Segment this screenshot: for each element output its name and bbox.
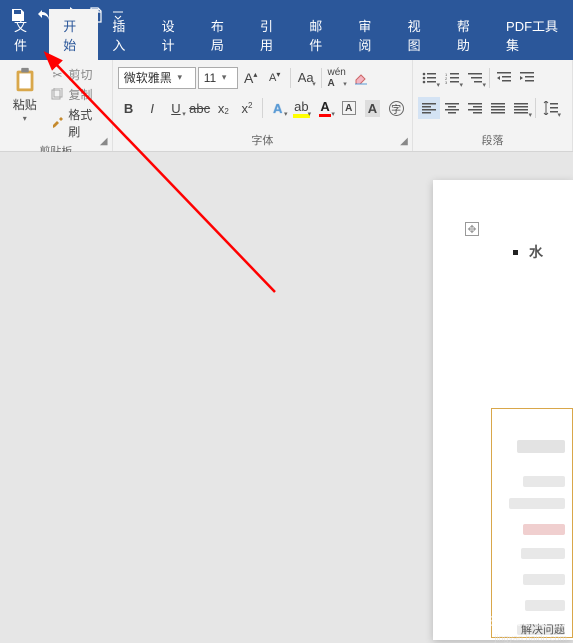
bold-button[interactable]: B bbox=[118, 97, 140, 119]
group-clipboard: 粘贴 ▾ ✂ 剪切 复制 格式刷 bbox=[0, 60, 113, 151]
font-size-value: 11 bbox=[204, 71, 216, 85]
grow-font-button[interactable]: A▴ bbox=[240, 67, 262, 89]
bullet-marker bbox=[513, 250, 518, 255]
line-spacing-button[interactable] bbox=[539, 97, 561, 119]
separator bbox=[535, 98, 536, 118]
ribbon: 粘贴 ▾ ✂ 剪切 复制 格式刷 bbox=[0, 60, 573, 152]
paste-label: 粘贴 bbox=[13, 96, 37, 113]
text-line bbox=[523, 476, 565, 487]
character-shading-button[interactable]: A bbox=[362, 97, 384, 119]
eraser-icon bbox=[353, 70, 369, 86]
align-distributed-icon bbox=[514, 103, 528, 114]
document-page[interactable]: ✥ 水 bbox=[433, 180, 573, 640]
multilevel-list-button[interactable] bbox=[464, 67, 486, 89]
text-line bbox=[517, 440, 565, 453]
page-text: 水 bbox=[529, 242, 543, 262]
change-case-button[interactable]: Aa bbox=[295, 67, 317, 89]
copy-label: 复制 bbox=[68, 86, 92, 103]
increase-indent-icon bbox=[520, 72, 534, 84]
font-size-combo[interactable]: 11 ▾ bbox=[198, 67, 238, 89]
separator bbox=[321, 68, 322, 88]
number-list-icon: 123 bbox=[445, 72, 459, 84]
cut-label: 剪切 bbox=[68, 66, 92, 83]
bullet-list-icon bbox=[422, 72, 436, 84]
align-center-icon bbox=[445, 103, 459, 114]
text-effects-button[interactable]: A bbox=[267, 97, 289, 119]
phonetic-guide-button[interactable]: wénA bbox=[326, 67, 348, 89]
text-line bbox=[523, 524, 565, 535]
align-justify-icon bbox=[491, 103, 505, 114]
group-paragraph: 123 bbox=[413, 60, 573, 151]
clear-formatting-button[interactable] bbox=[350, 67, 372, 89]
enclose-characters-button[interactable]: 字 bbox=[385, 97, 407, 119]
chevron-down-icon: ▾ bbox=[174, 72, 186, 83]
multilevel-list-icon bbox=[468, 72, 482, 84]
bullets-button[interactable] bbox=[418, 67, 440, 89]
superscript-button[interactable]: x2 bbox=[236, 97, 258, 119]
decrease-indent-icon bbox=[497, 72, 511, 84]
watermark: Baidu 经验 bbox=[487, 610, 567, 631]
group-font: 微软雅黑 ▾ 11 ▾ A▴ A▾ Aa wénA B I U abc x2 x… bbox=[113, 60, 413, 151]
clipboard-launcher[interactable]: ◢ bbox=[98, 135, 110, 147]
numbering-button[interactable]: 123 bbox=[441, 67, 463, 89]
align-center-button[interactable] bbox=[441, 97, 463, 119]
tab-pdf-tools[interactable]: PDF工具集 bbox=[492, 9, 573, 60]
separator bbox=[489, 68, 490, 88]
align-left-button[interactable] bbox=[418, 97, 440, 119]
text-line bbox=[509, 498, 565, 509]
tab-references[interactable]: 引用 bbox=[246, 9, 295, 60]
line-spacing-icon bbox=[542, 101, 558, 115]
tab-file[interactable]: 文件 bbox=[0, 9, 49, 60]
font-color-button[interactable]: A bbox=[314, 97, 336, 119]
chevron-down-icon: ▾ bbox=[218, 72, 230, 83]
highlight-button[interactable]: ab bbox=[291, 97, 313, 119]
tab-mail[interactable]: 邮件 bbox=[295, 9, 344, 60]
tab-layout[interactable]: 布局 bbox=[197, 9, 246, 60]
font-name-combo[interactable]: 微软雅黑 ▾ bbox=[118, 67, 196, 89]
separator bbox=[290, 68, 291, 88]
align-distributed-button[interactable] bbox=[510, 97, 532, 119]
cut-button[interactable]: ✂ 剪切 bbox=[46, 65, 106, 84]
group-font-label: 字体 bbox=[118, 130, 407, 151]
document-area[interactable]: ✥ 水 解决问题 bbox=[0, 152, 573, 643]
tab-help[interactable]: 帮助 bbox=[443, 9, 492, 60]
svg-text:3: 3 bbox=[445, 80, 448, 84]
font-name-value: 微软雅黑 bbox=[124, 69, 172, 86]
brush-icon bbox=[49, 115, 65, 131]
align-right-button[interactable] bbox=[464, 97, 486, 119]
chevron-down-icon: ▾ bbox=[23, 114, 27, 123]
align-justify-button[interactable] bbox=[487, 97, 509, 119]
tab-home[interactable]: 开始 bbox=[49, 9, 98, 60]
underline-button[interactable]: U bbox=[165, 97, 187, 119]
tab-view[interactable]: 视图 bbox=[394, 9, 443, 60]
text-line bbox=[521, 548, 565, 559]
scissors-icon: ✂ bbox=[49, 67, 65, 83]
ribbon-tabs: 文件 开始 插入 设计 布局 引用 邮件 审阅 视图 帮助 PDF工具集 bbox=[0, 30, 573, 60]
copy-icon bbox=[49, 87, 65, 103]
subscript-button[interactable]: x2 bbox=[212, 97, 234, 119]
italic-button[interactable]: I bbox=[141, 97, 163, 119]
character-border-button[interactable]: A bbox=[338, 97, 360, 119]
strikethrough-button[interactable]: abc bbox=[189, 97, 211, 119]
watermark-sub: jingyan.baidu.com bbox=[494, 633, 567, 643]
paste-button[interactable]: 粘贴 ▾ bbox=[5, 63, 44, 129]
font-launcher[interactable]: ◢ bbox=[398, 135, 410, 147]
align-right-icon bbox=[468, 103, 482, 114]
copy-button[interactable]: 复制 bbox=[46, 85, 106, 104]
tab-review[interactable]: 审阅 bbox=[344, 9, 393, 60]
increase-indent-button[interactable] bbox=[516, 67, 538, 89]
shrink-font-button[interactable]: A▾ bbox=[264, 67, 286, 89]
group-paragraph-label: 段落 bbox=[418, 130, 567, 151]
tab-insert[interactable]: 插入 bbox=[98, 9, 147, 60]
paste-icon bbox=[10, 65, 40, 95]
table-move-handle[interactable]: ✥ bbox=[465, 222, 479, 236]
separator bbox=[262, 98, 263, 118]
align-left-icon bbox=[422, 103, 436, 114]
tab-design[interactable]: 设计 bbox=[148, 9, 197, 60]
text-line bbox=[523, 574, 565, 585]
decrease-indent-button[interactable] bbox=[493, 67, 515, 89]
